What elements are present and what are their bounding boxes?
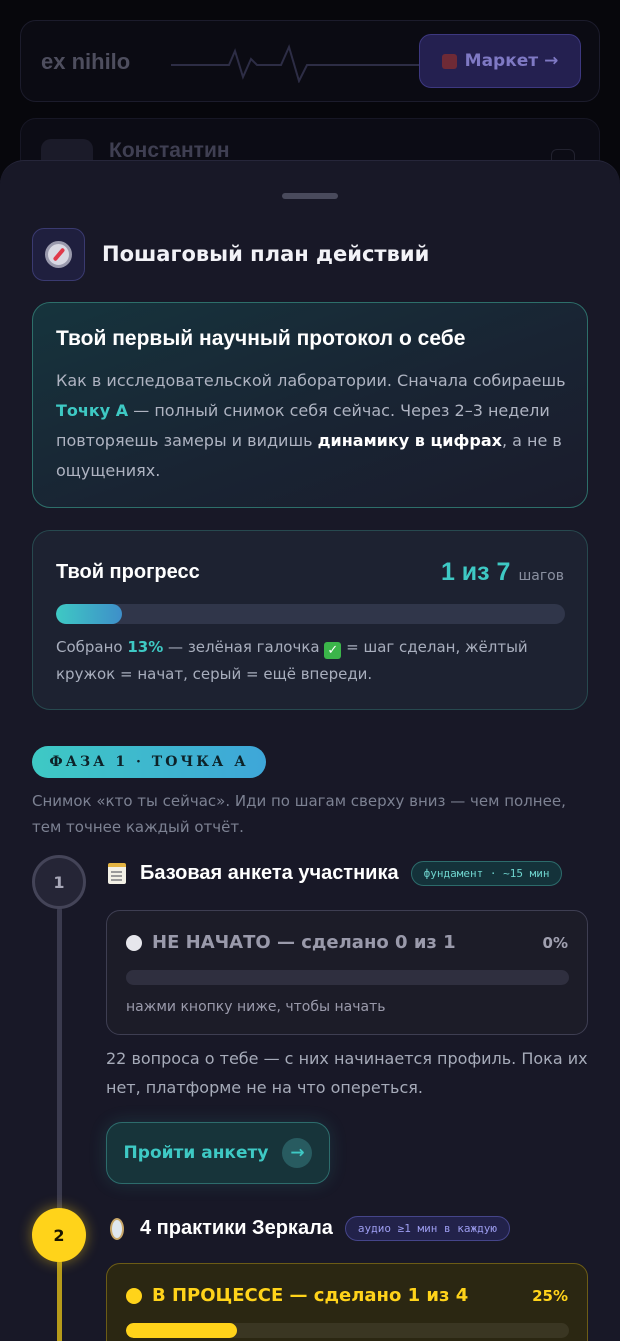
progress-count-unit: шагов xyxy=(518,568,564,584)
take-survey-button[interactable]: Пройти анкету → xyxy=(106,1122,330,1184)
step-1-description: 22 вопроса о тебе — с них начинается про… xyxy=(106,1049,588,1097)
intro-card: Твой первый научный протокол о себе Как … xyxy=(32,302,588,508)
market-label: Маркет → xyxy=(464,51,559,71)
step-number-1: 1 xyxy=(32,855,86,909)
progress-percent: 13% xyxy=(127,638,164,656)
phase-description: Снимок «кто ты сейчас». Иди по шагам све… xyxy=(32,792,566,836)
step-2-progress-bar xyxy=(126,1323,569,1338)
progress-card: Твой прогресс 1 из 7 шагов Собрано 13% —… xyxy=(32,530,588,710)
progress-title: Твой прогресс xyxy=(56,561,200,583)
dynamics-highlight: динамику в цифрах xyxy=(317,431,502,450)
step-1-status: НЕ НАЧАТО — сделано 0 из 1 xyxy=(126,932,456,953)
mirror-icon xyxy=(106,1217,128,1240)
step-1-percent: 0% xyxy=(542,933,568,952)
point-a-highlight: Точку А xyxy=(56,401,129,420)
gray-circle-icon xyxy=(126,934,142,951)
step-2-tag: аудио ≥1 мин в каждую xyxy=(344,1216,510,1241)
progress-bar xyxy=(56,604,565,624)
step-2-percent: 25% xyxy=(532,1286,568,1305)
step-2-title: 4 практики Зеркала xyxy=(140,1217,333,1239)
pulse-line-icon xyxy=(171,44,421,83)
step-1-status-card: НЕ НАЧАТО — сделано 0 из 1 0% нажми кноп… xyxy=(106,910,588,1035)
sheet-drag-handle[interactable] xyxy=(282,193,338,199)
progress-count-value: 1 из 7 xyxy=(440,558,511,586)
brand-logo: ex nihilo xyxy=(41,49,131,74)
bag-icon xyxy=(441,53,457,69)
memo-icon xyxy=(106,863,128,885)
step-number-2: 2 xyxy=(32,1208,86,1262)
arrow-right-icon: → xyxy=(282,1138,313,1168)
progress-bar-fill xyxy=(56,604,123,624)
step-1-tag: фундамент · ~15 мин xyxy=(410,861,563,886)
timeline-line-active xyxy=(57,1261,62,1341)
step-2-status: В ПРОЦЕССЕ — сделано 1 из 4 xyxy=(126,1285,468,1306)
take-survey-label: Пройти анкету xyxy=(123,1143,269,1163)
step-1-hint: нажми кнопку ниже, чтобы начать xyxy=(126,999,386,1015)
compass-icon xyxy=(32,228,85,281)
step-1-title: Базовая анкета участника xyxy=(140,862,399,884)
action-plan-sheet: Пошаговый план действий Твой первый науч… xyxy=(0,160,620,1341)
check-icon: ✓ xyxy=(324,642,342,659)
step-1-progress-bar xyxy=(126,970,569,985)
yellow-circle-icon xyxy=(126,1287,142,1304)
step-1-header: Базовая анкета участника фундамент · ~15… xyxy=(106,861,563,886)
step-2-status-card: В ПРОЦЕССЕ — сделано 1 из 4 25% xyxy=(106,1263,588,1341)
step-2-header: 4 практики Зеркала аудио ≥1 мин в каждую xyxy=(106,1216,510,1241)
step-2-progress-fill xyxy=(126,1323,237,1338)
intro-title: Твой первый научный протокол о себе xyxy=(56,327,466,350)
progress-count: 1 из 7 шагов xyxy=(441,558,564,587)
intro-text: Как в исследовательской лаборатории. Сна… xyxy=(56,371,566,480)
sheet-title: Пошаговый план действий xyxy=(102,242,430,266)
progress-note: Собрано 13% — зелёная галочка ✓ = шаг сд… xyxy=(56,638,528,683)
phase-badge: ФАЗА 1 · ТОЧКА А xyxy=(32,746,266,778)
app-header: ex nihilo Маркет → xyxy=(20,20,600,102)
market-button[interactable]: Маркет → xyxy=(419,34,581,88)
